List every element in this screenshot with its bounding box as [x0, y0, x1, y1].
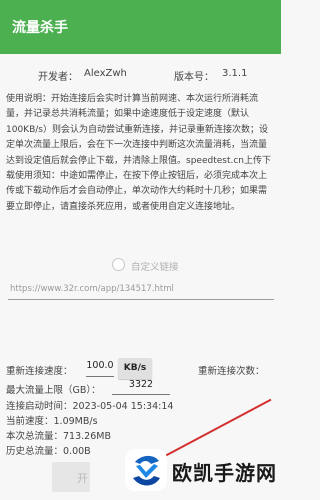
max-flow-input[interactable]: 3322	[112, 379, 170, 395]
reconnect-count-label: 重新连接次数：	[198, 366, 265, 377]
history-total-value: 0.00B	[63, 446, 91, 457]
start-button-label: 开	[77, 472, 88, 485]
session-total-row: 本次总流量：713.26MB	[6, 428, 111, 442]
app-bar: 流量杀手	[0, 0, 281, 54]
start-time-row: 连接启动时间：2023-05-04 15:34:14	[6, 398, 173, 412]
session-total-label: 本次总流量：	[6, 431, 64, 442]
reconnect-speed-label: 重新连接速度：	[6, 366, 73, 377]
watermark: 欧凯手游网	[122, 442, 281, 498]
start-time-value: 2023-05-04 15:34:14	[72, 401, 174, 412]
app-title: 流量杀手	[12, 20, 68, 36]
usage-description: 使用说明：开始连接后会实时计算当前网速、本次运行所消耗流量，并记录总共消耗流量；…	[6, 94, 271, 212]
url-value: https://www.32r.com/app/134517.html	[10, 284, 174, 294]
unit-button[interactable]: KB/s	[118, 358, 152, 379]
session-total-value: 713.26MB	[63, 431, 111, 442]
reconnect-speed-input[interactable]: 100.0	[86, 360, 114, 377]
custom-link-radio[interactable]	[112, 258, 125, 271]
version-value: 3.1.1	[222, 68, 248, 79]
custom-link-label: 自定义链接	[131, 262, 179, 273]
history-total-row: 历史总流量：0.00B	[6, 443, 91, 457]
developer-label: 开发者：	[38, 72, 78, 83]
watermark-text: 欧凯手游网	[172, 461, 277, 485]
current-speed-row: 当前速度：1.09MB/s	[6, 413, 98, 427]
version-label: 版本号：	[174, 72, 214, 83]
current-speed-label: 当前速度：	[6, 416, 54, 427]
start-button[interactable]: 开	[52, 462, 90, 492]
start-time-label: 连接启动时间：	[6, 401, 73, 412]
max-flow-label: 最大流量上限（GB）：	[6, 385, 101, 396]
current-speed-value: 1.09MB/s	[53, 416, 98, 427]
history-total-label: 历史总流量：	[6, 446, 64, 457]
watermark-logo-icon	[125, 449, 167, 491]
developer-value: AlexZwh	[84, 68, 127, 79]
custom-link-option[interactable]: 自定义链接	[0, 256, 281, 274]
